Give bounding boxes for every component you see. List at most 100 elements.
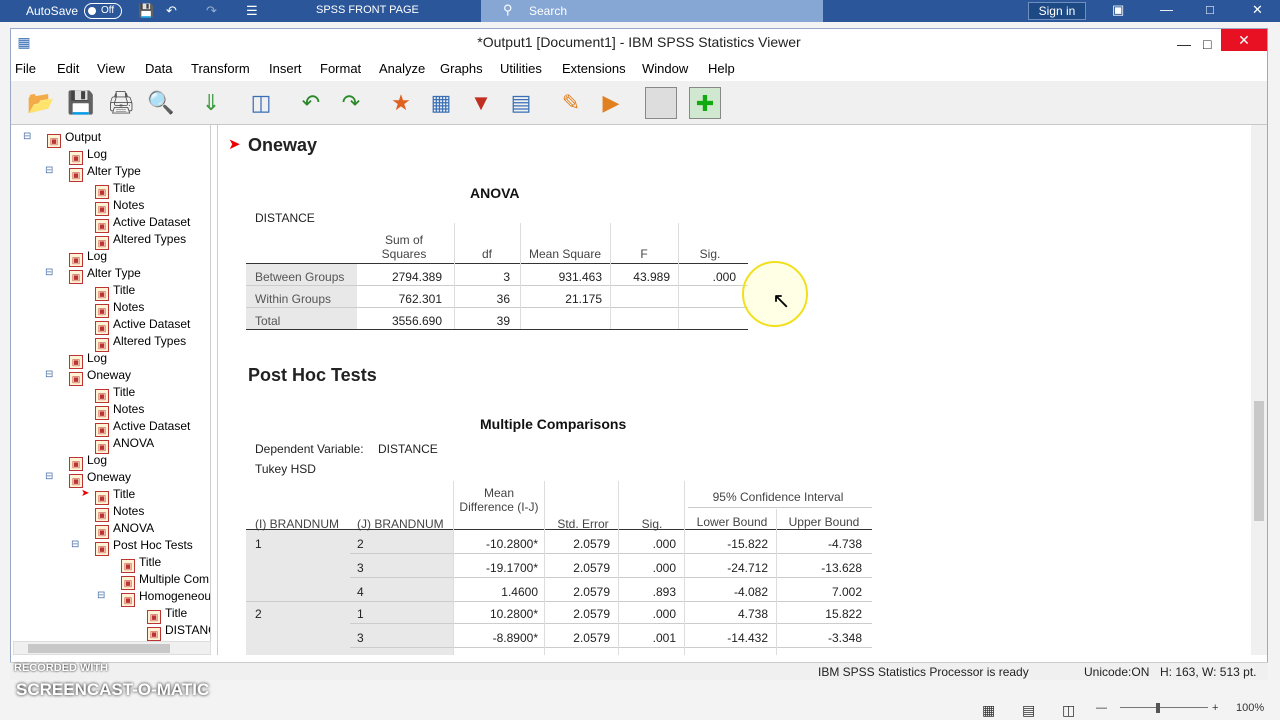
insert-cases-icon[interactable]: ▼ xyxy=(465,87,497,119)
menu-insert[interactable]: Insert xyxy=(269,61,302,76)
mc-cell: 3 xyxy=(357,561,364,575)
designate-window-icon[interactable] xyxy=(645,87,677,119)
menu-edit[interactable]: Edit xyxy=(57,61,79,76)
spss-maximize-icon[interactable]: □ xyxy=(1203,31,1211,57)
outline-node[interactable]: ▣ Log xyxy=(69,146,107,165)
collapse-icon[interactable]: ⊟ xyxy=(45,265,53,281)
save-icon[interactable]: 💾 xyxy=(138,3,154,19)
print-preview-icon[interactable]: 🔍 xyxy=(145,87,177,119)
outline-node[interactable]: ▣ Title xyxy=(95,180,135,199)
print-layout-icon[interactable]: ▦ xyxy=(982,702,995,719)
outline-node[interactable]: ▣ Notes xyxy=(95,197,144,216)
outline-node[interactable]: ▣ Title xyxy=(147,605,187,624)
outline-node[interactable]: ⊟ ▣ Alter Type xyxy=(45,163,141,182)
menu-format[interactable]: Format xyxy=(320,61,361,76)
current-item-arrow-icon: ➤ xyxy=(228,136,241,153)
variables-icon[interactable]: ▤ xyxy=(505,87,537,119)
maximize-icon[interactable]: □ xyxy=(1206,2,1214,17)
web-layout-icon[interactable]: ◫ xyxy=(1062,702,1075,719)
goto-data-icon[interactable]: ★ xyxy=(385,87,417,119)
menu-file[interactable]: File xyxy=(15,61,36,76)
outline-node[interactable]: ▣ Log xyxy=(69,248,107,267)
menu-graphs[interactable]: Graphs xyxy=(440,61,483,76)
contents-vertical-scrollbar[interactable] xyxy=(1251,125,1267,655)
document-name[interactable]: SPSS FRONT PAGE xyxy=(316,4,419,16)
word-status-bar: ▦ ▤ ◫ — + 100% xyxy=(0,698,1280,720)
undo-action-icon[interactable]: ↶ xyxy=(295,87,327,119)
outline-node[interactable]: ▣ Active Dataset xyxy=(95,418,190,437)
collapse-icon[interactable]: ⊟ xyxy=(97,588,105,604)
close-icon[interactable]: ✕ xyxy=(1252,2,1263,18)
collapse-icon[interactable]: ⊟ xyxy=(45,469,53,485)
spss-viewer-window: ▦ *Output1 [Document1] - IBM SPSS Statis… xyxy=(10,28,1268,680)
goto-case-icon[interactable]: ▦ xyxy=(425,87,457,119)
collapse-icon[interactable]: ⊟ xyxy=(23,129,31,145)
redo-icon[interactable]: ↷ xyxy=(206,3,217,19)
script-icon[interactable]: ▶ xyxy=(595,87,627,119)
zoom-out-icon[interactable]: — xyxy=(1096,702,1107,714)
mc-cell: -19.1700* xyxy=(485,561,538,575)
menu-data[interactable]: Data xyxy=(145,61,172,76)
outline-horizontal-scrollbar[interactable] xyxy=(13,641,211,655)
zoom-level[interactable]: 100% xyxy=(1236,702,1264,714)
print-icon[interactable]: 🖨 xyxy=(105,87,137,119)
outline-node[interactable]: ▣ Log xyxy=(69,350,107,369)
ribbon-display-icon[interactable]: ▣ xyxy=(1112,2,1124,18)
menu-utilities[interactable]: Utilities xyxy=(500,61,542,76)
zoom-slider[interactable] xyxy=(1120,707,1208,708)
outline-node[interactable]: ▣ Title xyxy=(95,282,135,301)
menu-view[interactable]: View xyxy=(97,61,125,76)
outline-node[interactable]: ▣ Notes xyxy=(95,503,144,522)
menu-help[interactable]: Help xyxy=(708,61,735,76)
collapse-icon[interactable]: ⊟ xyxy=(71,537,79,553)
outline-node[interactable]: ▣ Log xyxy=(69,452,107,471)
open-icon[interactable]: 📂 xyxy=(25,87,57,119)
outline-node[interactable]: ▣ Notes xyxy=(95,299,144,318)
save-file-icon[interactable]: 💾 xyxy=(65,87,97,119)
spss-minimize-icon[interactable]: — xyxy=(1177,31,1191,57)
outline-node[interactable]: ⊟ ▣ Homogeneou xyxy=(97,588,210,607)
add-icon[interactable]: ✚ xyxy=(689,87,721,119)
outline-node[interactable]: ▣ Altered Types xyxy=(95,231,186,250)
recall-dialog-icon[interactable]: ◫ xyxy=(245,87,277,119)
anova-row-label: Within Groups xyxy=(255,292,332,306)
window-title: *Output1 [Document1] - IBM SPSS Statisti… xyxy=(477,34,801,50)
outline-node[interactable]: ⊟ ▣ Post Hoc Tests xyxy=(71,537,193,556)
menu-extensions[interactable]: Extensions xyxy=(562,61,626,76)
zoom-in-icon[interactable]: + xyxy=(1212,702,1218,714)
outline-node[interactable]: ▣ Title xyxy=(121,554,161,573)
read-mode-icon[interactable]: ▤ xyxy=(1022,702,1035,719)
outline-node[interactable]: ▣ Altered Types xyxy=(95,333,186,352)
outline-node[interactable]: ➤ ▣ Title xyxy=(81,486,135,505)
redo-action-icon[interactable]: ↷ xyxy=(335,87,367,119)
outline-node[interactable]: ▣ ANOVA xyxy=(95,520,154,539)
outline-node[interactable]: ▣ Multiple Com xyxy=(121,571,209,590)
edit-output-icon[interactable]: ✎ xyxy=(555,87,587,119)
spss-close-button[interactable]: ✕ xyxy=(1221,29,1267,51)
sign-in-button[interactable]: Sign in xyxy=(1028,2,1086,20)
outline-node[interactable]: ▣ Active Dataset xyxy=(95,214,190,233)
outline-node[interactable]: ⊟ ▣ Output xyxy=(23,129,101,148)
outline-node[interactable]: ▣ Active Dataset xyxy=(95,316,190,335)
outline-node[interactable]: ⊟ ▣ Oneway xyxy=(45,469,131,488)
scroll-thumb[interactable] xyxy=(1254,401,1264,521)
outline-node[interactable]: ▣ ANOVA xyxy=(95,435,154,454)
collapse-icon[interactable]: ⊟ xyxy=(45,367,53,383)
collapse-icon[interactable]: ⊟ xyxy=(45,163,53,179)
undo-icon[interactable]: ↶ xyxy=(166,3,177,19)
minimize-icon[interactable]: — xyxy=(1160,2,1173,17)
menu-analyze[interactable]: Analyze xyxy=(379,61,425,76)
outline-node[interactable]: ▣ Title xyxy=(95,384,135,403)
outline-node[interactable]: ▣DISTANC xyxy=(147,622,210,641)
export-icon[interactable]: ⇓ xyxy=(195,87,227,119)
customize-icon[interactable]: ☰ xyxy=(246,3,258,19)
autosave-toggle[interactable]: Off xyxy=(84,3,122,19)
outline-node[interactable]: ⊟ ▣ Alter Type xyxy=(45,265,141,284)
outline-node[interactable]: ▣ Notes xyxy=(95,401,144,420)
menu-transform[interactable]: Transform xyxy=(191,61,250,76)
scroll-thumb[interactable] xyxy=(28,644,170,653)
outline-node[interactable]: ⊟ ▣ Oneway xyxy=(45,367,131,386)
search-box[interactable]: ⚲ Search xyxy=(481,0,823,22)
zoom-slider-thumb[interactable] xyxy=(1156,703,1160,713)
menu-window[interactable]: Window xyxy=(642,61,688,76)
